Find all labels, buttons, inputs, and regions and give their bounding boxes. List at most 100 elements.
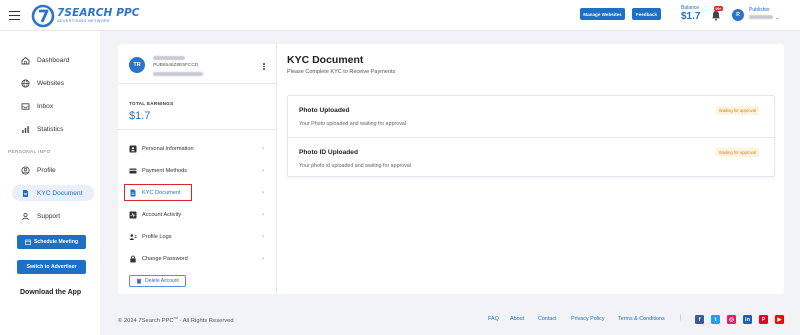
users-icon xyxy=(129,233,137,241)
footer-link-terms[interactable]: Terms & Conditions xyxy=(618,316,665,322)
list-item: Photo Uploaded Your Photo uploaded and w… xyxy=(288,96,776,136)
linkedin-icon[interactable]: in xyxy=(743,315,752,324)
sidebar: Dashboard Websites Inbox Statistics PERS… xyxy=(0,31,100,335)
lock-icon xyxy=(129,255,137,263)
trash-icon xyxy=(136,278,142,284)
menu-item-label: Account Activity xyxy=(142,211,182,218)
sidebar-item-label: Websites xyxy=(37,79,64,87)
logo-mark-icon xyxy=(31,4,55,28)
list-item: Photo ID Uploaded Your photo id uploaded… xyxy=(288,137,776,177)
balance-value: $1.7 xyxy=(681,11,701,22)
footer-link-privacy-policy[interactable]: Privacy Policy xyxy=(571,316,605,322)
delete-account-button[interactable]: Delete Account xyxy=(129,275,186,287)
sidebar-item-support[interactable]: Support xyxy=(12,208,94,224)
status-badge: Waiting for approval xyxy=(715,148,759,157)
doc-title: Photo ID Uploaded xyxy=(299,149,358,156)
doc-description: Your Photo uploaded and waiting for appr… xyxy=(299,121,406,127)
facebook-icon[interactable]: f xyxy=(695,315,704,324)
chevron-right-icon: › xyxy=(262,189,264,196)
bell-icon[interactable] xyxy=(711,10,721,21)
sidebar-item-label: Statistics xyxy=(37,125,64,133)
pinterest-icon[interactable]: P xyxy=(759,315,768,324)
menu-item-personal-information[interactable]: Personal Information › xyxy=(129,141,270,156)
publisher-menu[interactable]: Publisher ⌄ xyxy=(749,7,779,21)
profile-avatar: TR xyxy=(129,57,145,73)
menu-item-change-password[interactable]: Change Password › xyxy=(129,251,270,266)
sidebar-item-statistics[interactable]: Statistics xyxy=(12,121,94,137)
rights-text: - All Rights Reserved xyxy=(177,317,234,324)
sidebar-item-dashboard[interactable]: Dashboard xyxy=(12,52,94,68)
publisher-id: PUB6546Z8E5FCCD xyxy=(153,63,199,68)
menu-item-label: Profile Logs xyxy=(142,233,172,240)
total-earnings: TOTAL EARNINGS $1.7 xyxy=(118,95,277,130)
more-options-icon[interactable] xyxy=(263,63,265,71)
total-earnings-label: TOTAL EARNINGS xyxy=(129,101,174,106)
notification-badge: 99+ xyxy=(714,6,724,11)
sidebar-item-profile[interactable]: Profile xyxy=(12,162,94,178)
kyc-panel: KYC Document Please Complete KYC to Rece… xyxy=(278,44,784,294)
highlight-box xyxy=(124,184,192,201)
content-card: TR PUB6546Z8E5FCCD TOTAL EARNINGS $1.7 P… xyxy=(118,44,784,294)
download-app-heading: Download the App xyxy=(20,289,82,296)
balance: Balance $1.7 xyxy=(681,5,700,22)
menu-item-label: Change Password xyxy=(142,255,188,262)
avatar[interactable]: R xyxy=(732,9,744,21)
schedule-meeting-label: Schedule Meeting xyxy=(33,239,79,245)
switch-to-advertiser-button[interactable]: Switch to Advertiser xyxy=(17,260,86,274)
page-title: KYC Document xyxy=(287,54,364,66)
sidebar-item-websites[interactable]: Websites xyxy=(12,75,94,91)
copyright: © 2024 7Search PPCTM - All Rights Reserv… xyxy=(118,316,234,324)
instagram-icon[interactable]: ◎ xyxy=(727,315,736,324)
profile-summary: TR PUB6546Z8E5FCCD xyxy=(118,44,277,84)
doc-title: Photo Uploaded xyxy=(299,107,350,114)
total-earnings-value: $1.7 xyxy=(129,110,151,122)
publisher-label: Publisher xyxy=(749,7,770,13)
menu-item-label: Personal Information xyxy=(142,145,194,152)
logo-name: 7SEARCH PPC xyxy=(57,7,140,20)
chevron-right-icon: › xyxy=(262,145,264,152)
youtube-icon[interactable]: ▶ xyxy=(775,315,784,324)
redacted-name xyxy=(153,56,185,60)
chart-icon xyxy=(20,124,30,134)
logo[interactable]: 7SEARCH PPC ADVERTISING NETWORK xyxy=(31,4,140,28)
page-subtitle: Please Complete KYC to Receive Payments xyxy=(287,69,396,75)
menu-item-label: Payment Methods xyxy=(142,167,188,174)
footer-link-faq[interactable]: FAQ xyxy=(488,316,499,322)
redacted-email xyxy=(153,72,203,76)
profile-panel: TR PUB6546Z8E5FCCD TOTAL EARNINGS $1.7 P… xyxy=(118,44,277,294)
doc-description: Your photo id uploaded and waiting for a… xyxy=(299,163,412,169)
globe-icon xyxy=(20,78,30,88)
sidebar-item-label: KYC Document xyxy=(37,189,83,197)
feedback-button[interactable]: Feedback xyxy=(632,8,661,20)
sidebar-item-label: Support xyxy=(37,212,61,220)
menu-item-account-activity[interactable]: Account Activity › xyxy=(129,207,270,222)
credit-card-icon xyxy=(129,167,137,175)
calendar-icon xyxy=(25,239,31,245)
sidebar-item-label: Profile xyxy=(37,166,56,174)
chevron-right-icon: › xyxy=(262,233,264,240)
schedule-meeting-button[interactable]: Schedule Meeting xyxy=(17,235,86,249)
footer-link-about[interactable]: About xyxy=(510,316,524,322)
logo-tagline: ADVERTISING NETWORK xyxy=(57,18,111,23)
sidebar-item-label: Dashboard xyxy=(37,56,70,64)
menu-item-kyc-document[interactable]: KYC Document › xyxy=(124,184,270,201)
status-badge: Waiting for approval xyxy=(715,106,759,115)
footer-link-contact[interactable]: Contact xyxy=(538,316,557,322)
menu-item-payment-methods[interactable]: Payment Methods › xyxy=(129,163,270,178)
support-icon xyxy=(20,211,30,221)
chevron-right-icon: › xyxy=(262,211,264,218)
sidebar-item-kyc-document[interactable]: KYC Document xyxy=(12,185,94,201)
manage-websites-button[interactable]: Manage Websites xyxy=(580,8,625,20)
twitter-icon[interactable]: t xyxy=(711,315,720,324)
footer-separator: | xyxy=(680,315,682,321)
top-bar: 7SEARCH PPC ADVERTISING NETWORK Manage W… xyxy=(0,0,800,31)
document-icon xyxy=(20,188,30,198)
sidebar-item-inbox[interactable]: Inbox xyxy=(12,98,94,114)
menu-item-profile-logs[interactable]: Profile Logs › xyxy=(129,229,270,244)
delete-account-label: Delete Account xyxy=(145,278,179,284)
hamburger-menu-icon[interactable] xyxy=(9,11,20,21)
chevron-right-icon: › xyxy=(262,255,264,262)
home-icon xyxy=(20,55,30,65)
footer: © 2024 7Search PPCTM - All Rights Reserv… xyxy=(100,308,800,335)
section-label: PERSONAL INFO xyxy=(8,150,51,155)
